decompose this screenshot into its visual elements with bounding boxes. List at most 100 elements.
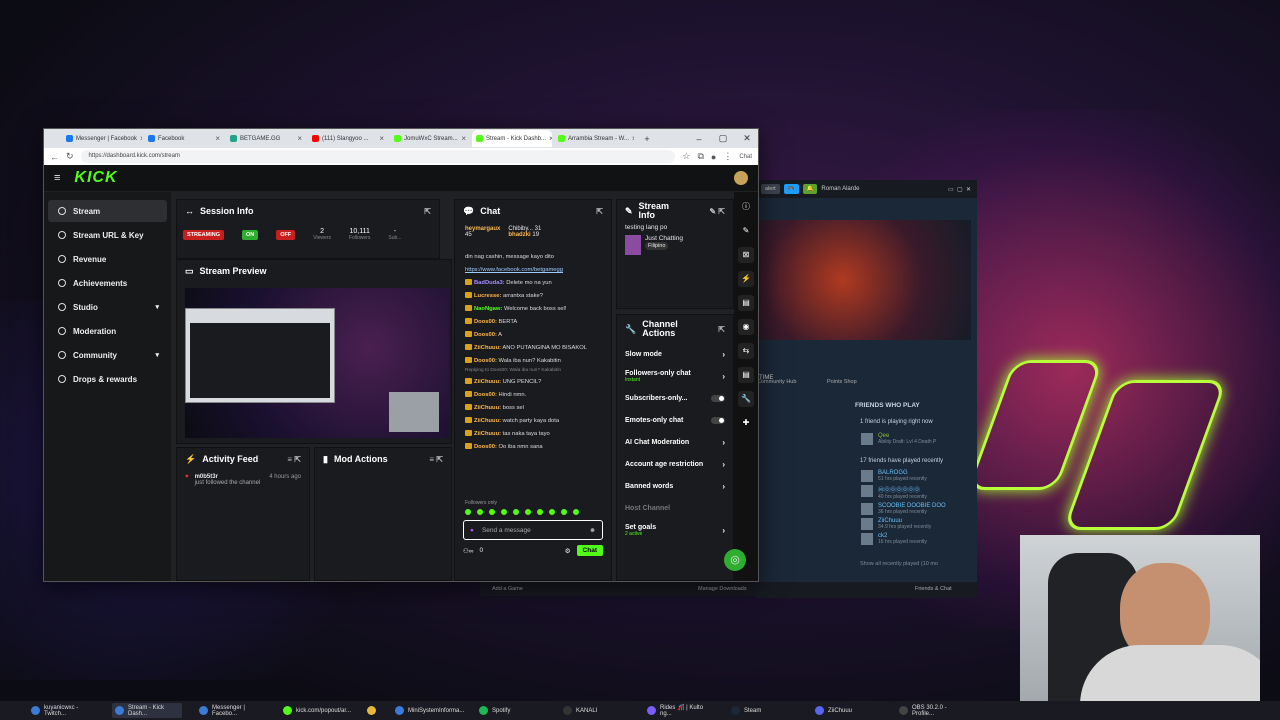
- friend-now[interactable]: Qee Ability Draft: Lvl 4 Death P: [757, 430, 936, 445]
- emote-bar[interactable]: [455, 506, 611, 518]
- chat-username[interactable]: Doos00:: [474, 319, 497, 325]
- taskbar-item[interactable]: Stream - Kick Dash...: [112, 703, 182, 718]
- info-icon[interactable]: ⓘ: [738, 199, 754, 215]
- browser-tab[interactable]: Arrambia Stream - W...×: [554, 130, 634, 147]
- manage-downloads-button[interactable]: Manage Downloads: [698, 586, 747, 592]
- close-tab-icon[interactable]: ×: [215, 134, 220, 143]
- reload-icon[interactable]: ↻: [66, 151, 74, 162]
- browser-tab[interactable]: Messenger | Facebook×: [62, 130, 142, 147]
- browser-tab[interactable]: Stream - Kick Dashb... ×: [472, 130, 552, 147]
- popout-icon[interactable]: ⇱: [424, 207, 431, 216]
- support-button[interactable]: ◎: [724, 549, 746, 571]
- sidebar-item[interactable]: Achievements: [48, 272, 167, 294]
- edit-pop-icon[interactable]: ✎ ⇱: [709, 207, 725, 216]
- filter-icon[interactable]: ≡ ⇱: [429, 455, 443, 464]
- raid-icon[interactable]: ⇆: [738, 343, 754, 359]
- tool-icon[interactable]: 🔧: [738, 391, 754, 407]
- chevron-right-icon[interactable]: ›: [722, 372, 725, 381]
- taskbar-item[interactable]: kuyanicwxc - Twitch...: [28, 703, 98, 718]
- avatar[interactable]: [734, 171, 748, 185]
- send-chat-button[interactable]: Chat: [576, 545, 603, 556]
- add-game-button[interactable]: Add a Game: [492, 586, 523, 592]
- mic-icon[interactable]: ●: [470, 527, 474, 534]
- taskbar-item[interactable]: ZiiChuuu: [812, 703, 882, 718]
- points-shop-link[interactable]: Points Shop: [827, 379, 857, 385]
- taskbar-item[interactable]: Rides 🎢 | Kulto ng...: [644, 703, 714, 718]
- chevron-down-icon[interactable]: ▾: [155, 303, 159, 311]
- chat-username[interactable]: ZiiChuuu:: [474, 379, 501, 385]
- chat-username[interactable]: Doos00:: [474, 332, 497, 338]
- hamburger-icon[interactable]: ≡: [54, 172, 60, 184]
- maximize-icon[interactable]: ▢: [712, 133, 734, 144]
- users-icon[interactable]: ⚇∞: [463, 547, 473, 555]
- friend-item[interactable]: BALROGG 51 hrs played recently: [861, 470, 977, 482]
- puzzle-icon[interactable]: ✚: [738, 415, 754, 431]
- taskbar-item[interactable]: Messenger | Facebo...: [196, 703, 266, 718]
- browser-tab[interactable]: (111) Slangyoo ... ×: [308, 130, 388, 147]
- back-arrow-icon[interactable]: ↔: [185, 206, 194, 216]
- close-tab-icon[interactable]: ×: [379, 134, 384, 143]
- close-tab-icon[interactable]: ×: [140, 134, 142, 143]
- channel-action[interactable]: Subscribers-only...: [617, 387, 733, 409]
- block-icon[interactable]: ⊠: [738, 247, 754, 263]
- settings-icon[interactable]: ⚙: [565, 547, 571, 555]
- back-icon[interactable]: ←: [50, 152, 59, 162]
- popout-icon[interactable]: ⇱: [718, 325, 725, 334]
- chat-username[interactable]: ZiiChuuu:: [474, 345, 501, 351]
- menu-icon[interactable]: ⋮: [723, 151, 732, 162]
- on-badge[interactable]: ON: [242, 229, 259, 240]
- filter-icon[interactable]: ≡ ⇱: [287, 455, 301, 464]
- message-input[interactable]: ● Send a message ☻: [463, 520, 603, 540]
- chat-text[interactable]: https://www.facebook.com/betgamegg: [465, 267, 563, 273]
- off-badge[interactable]: OFF: [276, 229, 296, 240]
- taskbar-item[interactable]: OBS 30.2.0 - Profile...: [896, 703, 966, 718]
- sidebar-item[interactable]: Stream URL & Key: [48, 224, 167, 246]
- show-all-link[interactable]: Show all recently played (10 mo: [860, 561, 938, 567]
- chat-bubble-icon[interactable]: ◉: [738, 319, 754, 335]
- gifter-1[interactable]: heymargaux 45: [465, 226, 500, 246]
- channel-action[interactable]: AI Chat Moderation ›: [617, 431, 733, 453]
- list-icon[interactable]: ▤: [738, 367, 754, 383]
- channel-action[interactable]: Set goals 2 active ›: [617, 519, 733, 541]
- taskbar-item[interactable]: [364, 703, 378, 718]
- chevron-down-icon[interactable]: ▾: [155, 351, 159, 359]
- notification-icon[interactable]: 🔔: [802, 184, 818, 194]
- pen-icon[interactable]: ✎: [738, 223, 754, 239]
- sidebar-item[interactable]: Stream: [48, 200, 167, 222]
- friend-item[interactable]: ZiiChuuu 34.9 hrs played recently: [861, 518, 977, 530]
- chevron-right-icon[interactable]: ›: [722, 482, 725, 491]
- window-controls[interactable]: ▭ ▢ ✕: [948, 186, 971, 193]
- extensions-icon[interactable]: ⧉: [697, 151, 703, 162]
- chat-username[interactable]: Doos00:: [474, 392, 497, 398]
- chat-username[interactable]: ZiiChuuu:: [474, 418, 501, 424]
- toggle[interactable]: [711, 416, 725, 424]
- alert-button[interactable]: alert: [761, 184, 780, 194]
- chevron-right-icon[interactable]: ›: [722, 526, 725, 535]
- community-hub-link[interactable]: Community Hub: [757, 379, 796, 385]
- sidebar-item[interactable]: Community ▾: [48, 344, 167, 366]
- taskbar-item[interactable]: Steam: [728, 703, 798, 718]
- close-tab-icon[interactable]: ×: [549, 134, 552, 143]
- steam-username[interactable]: Roman Alarde: [821, 186, 859, 192]
- bolt-icon[interactable]: ⚡: [738, 271, 754, 287]
- popout-icon[interactable]: ⇱: [596, 207, 603, 216]
- kick-logo[interactable]: KICK: [74, 169, 117, 187]
- chevron-right-icon[interactable]: ›: [722, 460, 725, 469]
- controller-icon[interactable]: 🎮: [783, 184, 799, 194]
- channel-action[interactable]: Slow mode ›: [617, 343, 733, 365]
- chat-username[interactable]: ZiiChuuu:: [474, 431, 501, 437]
- taskbar-item[interactable]: kick.com/popout/ar...: [280, 703, 351, 718]
- channel-action[interactable]: Followers-only chat Instant ›: [617, 365, 733, 387]
- channel-action[interactable]: Host Channel: [617, 497, 733, 519]
- taskbar-item[interactable]: KANALI: [560, 703, 630, 718]
- profile-icon[interactable]: ●: [711, 152, 716, 162]
- browser-tab[interactable]: BETGAME.GG ×: [226, 130, 306, 147]
- preview-video[interactable]: [185, 288, 449, 438]
- sidebar-item[interactable]: Revenue: [48, 248, 167, 270]
- chat-button[interactable]: Chat: [739, 154, 752, 160]
- url-field[interactable]: https://dashboard.kick.com/stream: [80, 150, 676, 163]
- chat-username[interactable]: Doos00:: [474, 358, 497, 364]
- minimize-icon[interactable]: –: [688, 134, 710, 144]
- close-icon[interactable]: ✕: [736, 133, 758, 144]
- close-tab-icon[interactable]: ×: [297, 134, 302, 143]
